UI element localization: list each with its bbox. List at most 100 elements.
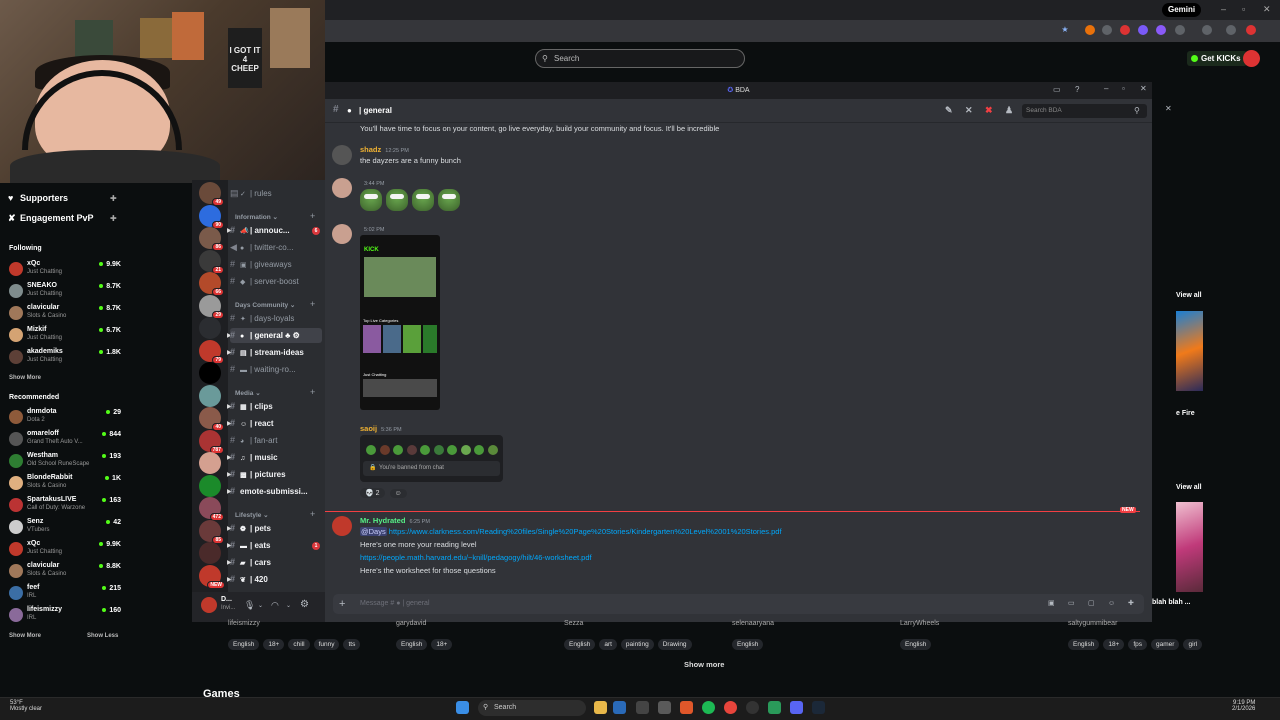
channel-420[interactable]: # ❦ | 420	[230, 572, 322, 587]
system-clock[interactable]: 9:19 PM 2/1/2026	[1232, 700, 1255, 712]
message-author[interactable]: 3:44 PM	[360, 178, 384, 187]
add-attachment-icon[interactable]: +	[339, 594, 345, 614]
stream-thumbnail[interactable]	[1176, 311, 1203, 391]
channel-list-item[interactable]: clavicular Slots & Casino 8.7K	[9, 304, 121, 324]
channel-cars[interactable]: # ▰ | cars	[230, 555, 322, 570]
gift-icon[interactable]: ▣	[1048, 594, 1055, 614]
tag-chip[interactable]: tts	[343, 639, 361, 650]
get-kicks-button[interactable]: Get KICKs	[1187, 51, 1247, 66]
reaction-skull[interactable]: 💀 2	[360, 488, 385, 498]
obs-icon[interactable]	[746, 701, 759, 714]
chevron-down-icon[interactable]: ⌄	[258, 602, 263, 609]
channel-list-item[interactable]: xQc Just Chatting 9.9K	[9, 260, 121, 280]
channel-server-boost[interactable]: # ◆ | server-boost	[230, 274, 322, 289]
view-all-link[interactable]: View all	[1176, 292, 1202, 299]
tag-chip[interactable]: English	[1068, 639, 1100, 650]
sticker-icon[interactable]: ▢	[1088, 594, 1095, 614]
message-input[interactable]: + Message # ● | general ▣ ▭ ▢ ☺ ✚	[333, 594, 1144, 614]
tag-chip[interactable]: girl	[1183, 639, 1203, 650]
category-days-community[interactable]: Days Community ⌄	[235, 301, 295, 309]
profile-icon[interactable]	[1226, 25, 1236, 35]
pin-icon[interactable]: ✖	[985, 105, 993, 116]
taskbar-search[interactable]: ⚲ Search	[478, 700, 586, 716]
chevron-down-icon[interactable]: ⌄	[286, 602, 291, 609]
avatar[interactable]	[332, 178, 352, 198]
steam-icon[interactable]	[812, 701, 825, 714]
avatar[interactable]	[332, 145, 352, 165]
stream-thumbnail[interactable]	[1176, 502, 1203, 592]
server-icon[interactable]: 66	[199, 272, 224, 296]
channel-giveaways[interactable]: # ▣ | giveaways	[230, 257, 322, 272]
channel-list-item[interactable]: SpartakusLIVE Call of Duty: Warzone 163	[9, 496, 121, 516]
link[interactable]: https://people.math.harvard.edu/~knill/p…	[360, 553, 592, 562]
link[interactable]: https://www.clarkness.com/Reading%20file…	[389, 527, 782, 536]
brave-icon[interactable]	[680, 701, 693, 714]
channel-list-item[interactable]: dnmdota Dota 2 29	[9, 408, 121, 428]
server-icon[interactable]: 90	[199, 204, 224, 229]
channel-list-item[interactable]: Mizkif Just Chatting 6.7K	[9, 326, 121, 346]
tag-chip[interactable]: 18+	[263, 639, 285, 650]
members-icon[interactable]: ♟	[1005, 105, 1013, 116]
channel-pictures[interactable]: # ▩ | pictures	[230, 467, 322, 482]
message-author[interactable]: shadz 12:25 PM	[360, 145, 409, 154]
bookmark-star-icon[interactable]: ★	[1060, 25, 1070, 35]
audio-icon[interactable]	[1102, 25, 1112, 35]
view-all-link[interactable]: View all	[1176, 484, 1202, 491]
puzzle-icon[interactable]	[1175, 25, 1185, 35]
tag-chip[interactable]: art	[599, 639, 617, 650]
tag-chip[interactable]: Drawing	[657, 639, 692, 650]
server-icon[interactable]	[199, 384, 221, 407]
close-icon[interactable]: ✕	[1165, 104, 1172, 113]
gear-icon[interactable]: ⚙	[300, 599, 309, 610]
file-explorer-icon[interactable]	[594, 701, 607, 714]
tag-chip[interactable]: English	[228, 639, 260, 650]
category-media[interactable]: Media ⌄	[235, 389, 261, 397]
user-mention[interactable]: @Days	[360, 527, 387, 536]
minimize-icon[interactable]: –	[1104, 84, 1108, 93]
channel-list-item[interactable]: lifeismizzy IRL 160	[9, 606, 121, 626]
gear-icon[interactable]: ⚙	[293, 331, 300, 340]
stream-tile-name[interactable]: Sezza	[564, 620, 583, 627]
show-less-link[interactable]: Show Less	[87, 633, 118, 639]
microphone-icon[interactable]: 🎙	[244, 600, 255, 611]
avatar[interactable]	[201, 597, 217, 613]
weather-widget[interactable]: 53°F Mostly clear	[10, 700, 42, 712]
channel-announcements[interactable]: # 📣| annouc... 6	[230, 223, 322, 238]
channel-twitter[interactable]: ◀ ● | twitter-co...	[230, 240, 322, 255]
category-lifestyle[interactable]: Lifestyle ⌄	[235, 511, 269, 519]
extension-icon[interactable]	[1156, 25, 1166, 35]
sidebar-item-supporters[interactable]: ♥ Supporters	[8, 193, 68, 203]
gif-icon[interactable]: ▭	[1068, 594, 1075, 614]
settings-icon[interactable]	[658, 701, 671, 714]
maximize-icon[interactable]: ▫	[1242, 4, 1245, 14]
channel-music[interactable]: # ♫ | music	[230, 450, 322, 465]
show-more-link[interactable]: Show More	[9, 633, 41, 639]
threads-icon[interactable]: ✎	[945, 105, 953, 116]
server-icon[interactable]	[199, 317, 221, 339]
channel-react[interactable]: # ☺ | react	[230, 416, 322, 431]
server-icon[interactable]: 40	[199, 407, 224, 431]
spotify-icon[interactable]	[702, 701, 715, 714]
channel-days-loyals[interactable]: # ✦ | days-loyals	[230, 311, 322, 326]
server-icon[interactable]: 85	[199, 519, 224, 544]
extension-icon[interactable]	[1085, 25, 1095, 35]
discord-icon[interactable]	[790, 701, 803, 714]
tag-chip[interactable]: 18+	[431, 639, 453, 650]
server-icon[interactable]: 21	[199, 249, 224, 274]
server-icon[interactable]: 29	[199, 294, 224, 319]
channel-list-item[interactable]: clavicular Slots & Casino 8.8K	[9, 562, 121, 582]
tag-chip[interactable]: English	[564, 639, 596, 650]
tag-chip[interactable]: English	[900, 639, 932, 650]
headphones-icon[interactable]: ◠	[271, 600, 279, 611]
channel-list-item[interactable]: Senz VTubers 42	[9, 518, 121, 538]
channel-emote-submissions[interactable]: # emote-submissi...	[230, 484, 322, 499]
pin-icon[interactable]: ✚	[110, 194, 117, 203]
server-icon[interactable]	[199, 474, 221, 497]
app-icon[interactable]	[636, 701, 649, 714]
maximize-icon[interactable]: ▫	[1122, 84, 1125, 93]
add-channel-icon[interactable]: +	[310, 387, 315, 397]
tag-chip[interactable]: 18+	[1103, 639, 1125, 650]
add-channel-icon[interactable]: +	[310, 211, 315, 221]
message-author[interactable]: 5:02 PM	[360, 224, 384, 233]
close-icon[interactable]: ✕	[1140, 84, 1147, 93]
